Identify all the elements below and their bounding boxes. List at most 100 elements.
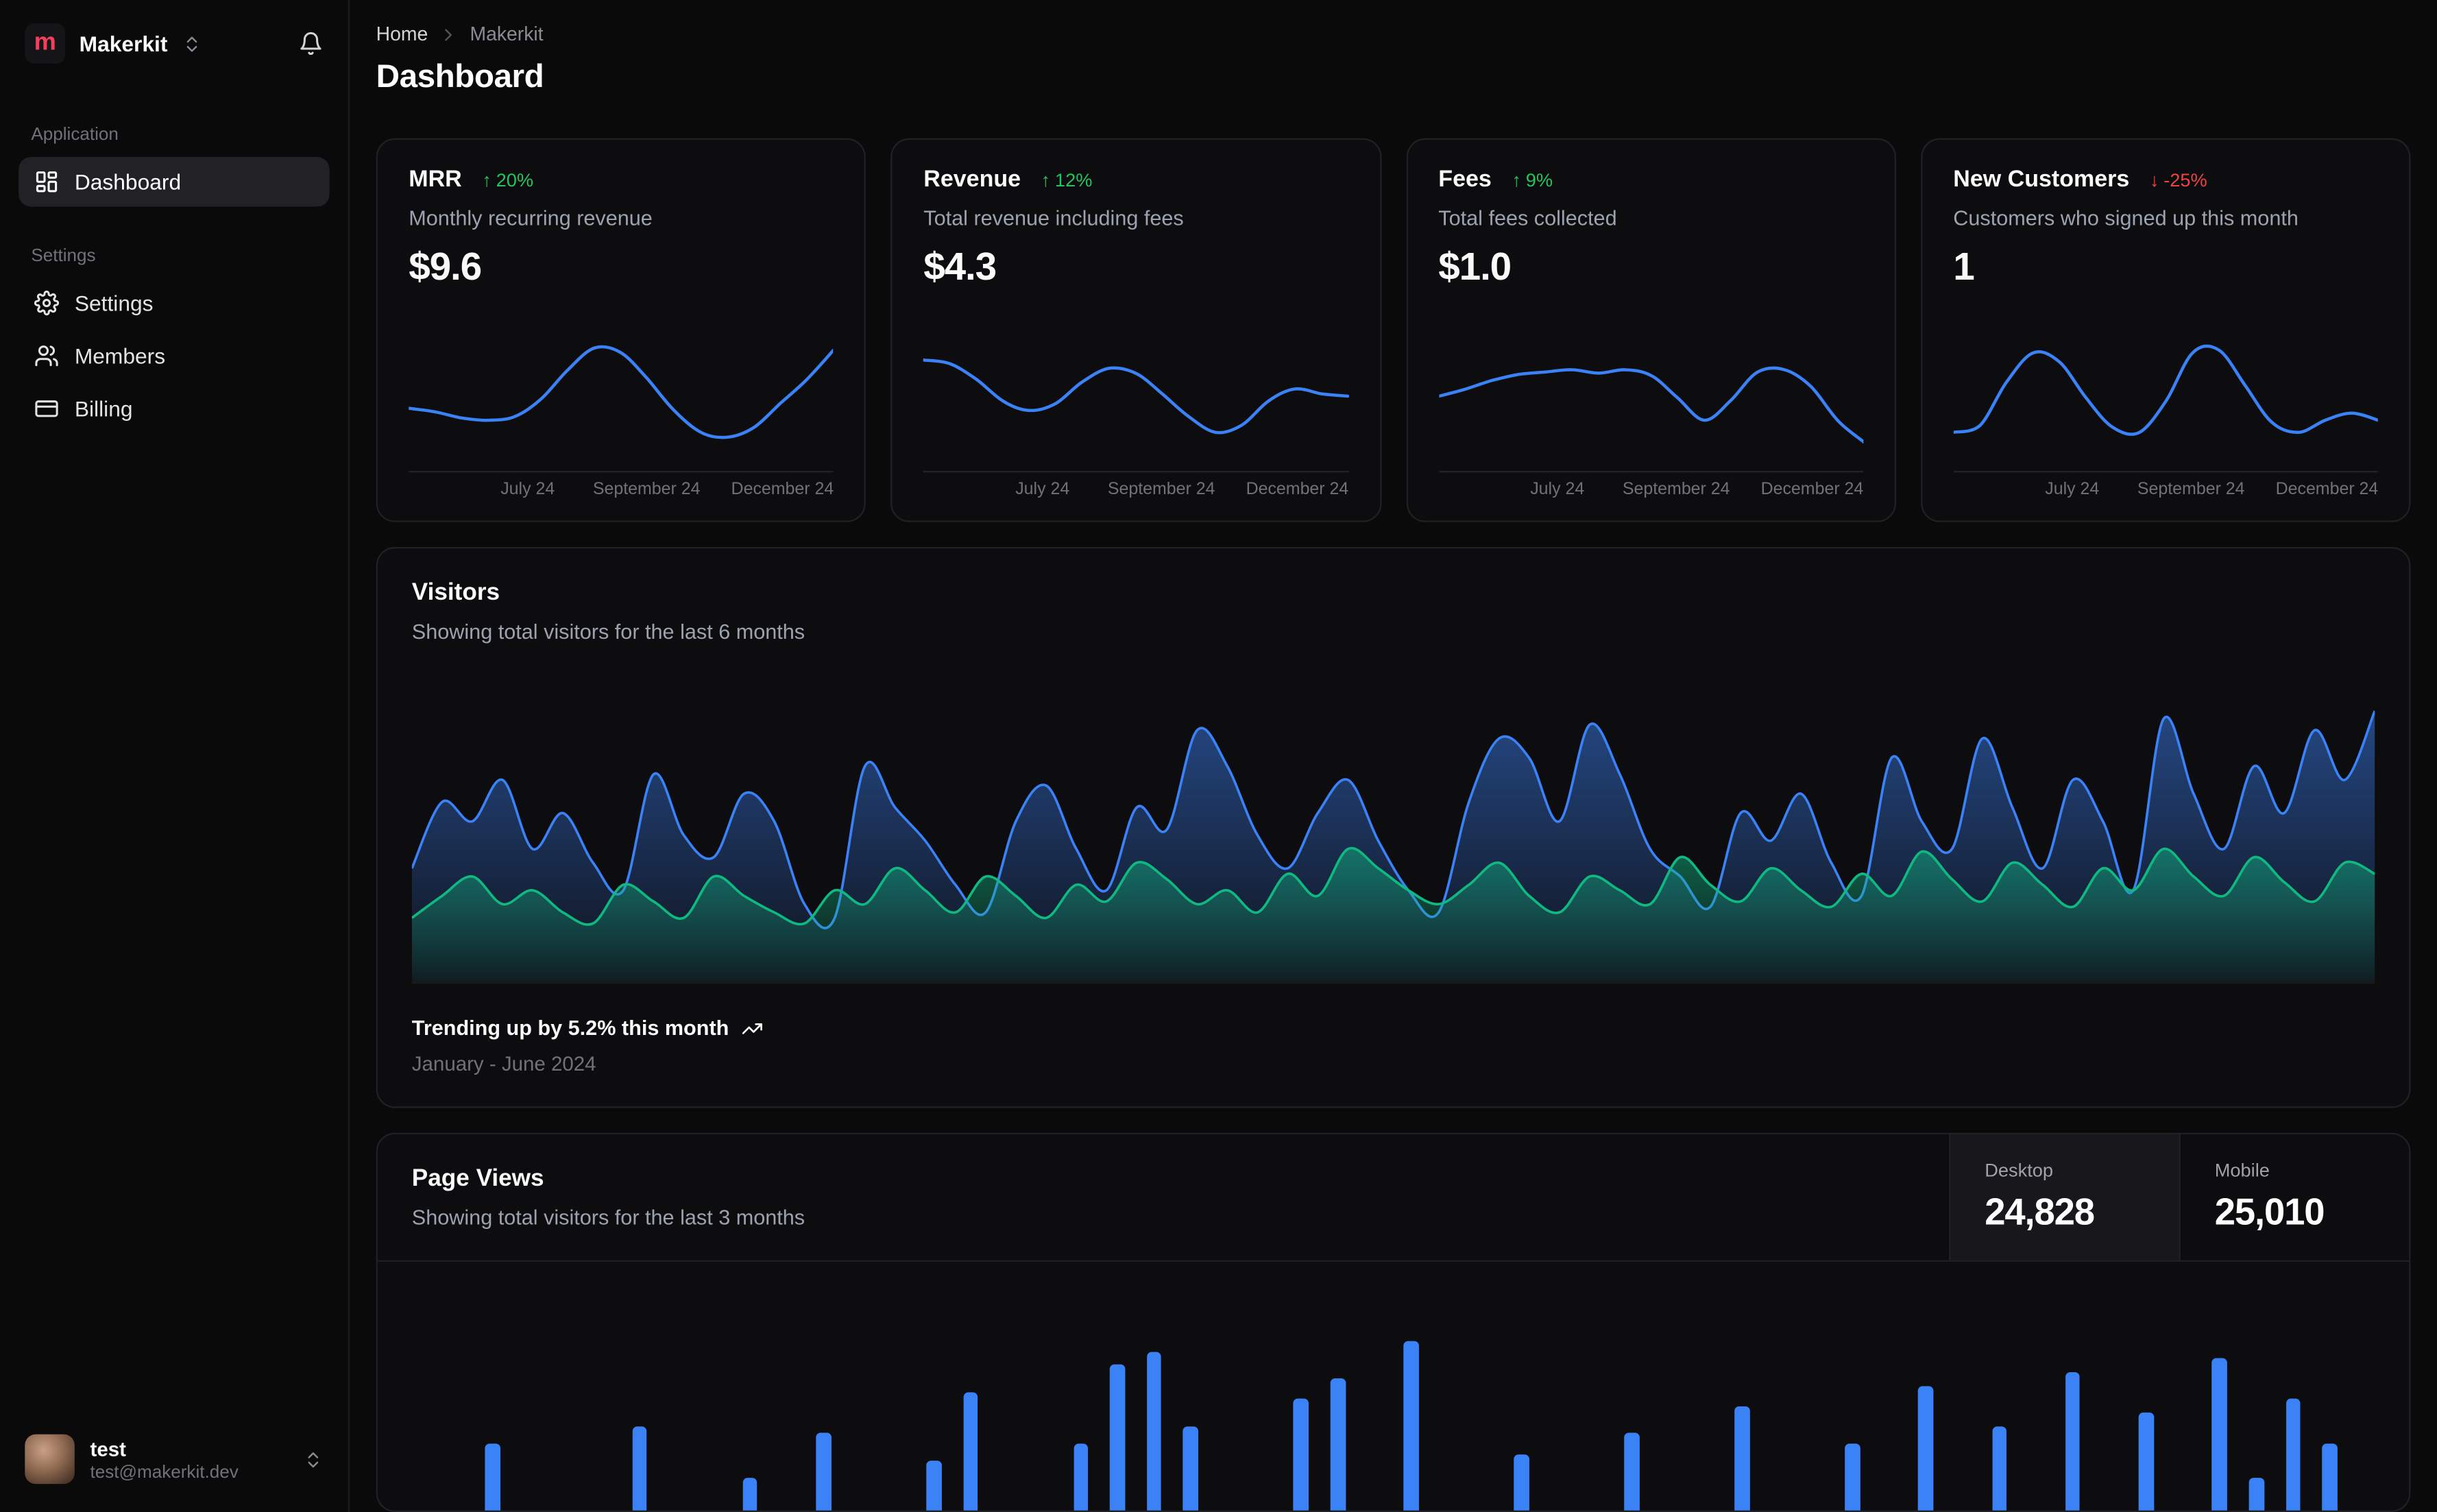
page-views-subtitle: Showing total visitors for the last 3 mo… [411,1206,805,1230]
stat-card-value: $9.6 [409,245,482,289]
trend-up-arrow-icon: ↑ [1512,168,1521,191]
breadcrumb-current[interactable]: Makerkit [470,23,543,45]
visitors-subtitle: Showing total visitors for the last 6 mo… [411,620,805,644]
page-views-bar [1845,1443,1860,1511]
page-views-bar [1734,1406,1750,1511]
page-views-title: Page Views [411,1165,544,1192]
stat-card-title: Revenue [923,166,1021,193]
breadcrumb: Home Makerkit [376,23,2411,45]
desktop-toggle-button[interactable]: Desktop 24,828 [1949,1134,2179,1260]
sidebar-item-label: Settings [74,290,154,316]
notifications-button[interactable] [292,25,329,62]
visitors-date-range: January - June 2024 [411,1051,596,1075]
sparkline-wrap: July 24 September 24 December 24 [409,317,834,502]
page-views-bar [1294,1399,1309,1511]
desktop-value: 24,828 [1985,1191,2095,1234]
sidebar-item-label: Members [74,343,166,369]
trending-up-icon [742,1022,762,1034]
sparkline-wrap: July 24 September 24 December 24 [923,317,1348,502]
visitors-title: Visitors [411,579,500,607]
fees-sparkline-chart [1438,317,1863,468]
page-views-bar [1991,1426,2007,1511]
chevron-right-icon [445,28,452,40]
stat-card-mrr: MRR ↑ 20% Monthly recurring revenue $9.6… [376,138,866,522]
page-views-bar [2065,1371,2081,1511]
mrr-sparkline-chart [409,317,834,468]
page-views-bar [485,1443,500,1511]
page-views-bar [1146,1351,1162,1511]
page-views-bar [1330,1378,1346,1511]
x-axis-label: September 24 [592,480,701,499]
x-axis-label: December 24 [1246,480,1349,499]
stat-card-subtitle: Customers who signed up this month [1953,206,2299,230]
team-name: Makerkit [79,31,168,56]
gear-icon [34,291,60,316]
trend-value: 12% [1054,168,1093,191]
stat-card-fees: Fees ↑ 9% Total fees collected $1.0 July… [1405,138,1896,522]
sidebar-item-dashboard[interactable]: Dashboard [19,156,330,207]
main-content: Home Makerkit Dashboard MRR ↑ 20% Monthl… [350,0,2437,1512]
page-views-bar [962,1392,978,1511]
breadcrumb-home[interactable]: Home [376,23,428,45]
page-views-bar [1514,1454,1529,1511]
stat-card-subtitle: Monthly recurring revenue [409,206,653,230]
stat-card-title: New Customers [1953,166,2130,193]
sparkline-wrap: July 24 September 24 December 24 [1438,317,1863,502]
page-views-bar [742,1478,758,1511]
trend-badge: ↑ 9% [1512,169,1553,191]
user-menu[interactable]: test test@makerkit.dev [19,1425,329,1493]
trend-badge: ↓ -25% [2150,169,2207,191]
sidebar-item-settings[interactable]: Settings [19,278,329,328]
x-axis-label: December 24 [1760,480,1864,499]
visitors-area-chart [411,682,2375,984]
user-meta: test test@makerkit.dev [90,1437,287,1482]
page-views-bar [2212,1358,2227,1511]
chevrons-up-down-icon [308,1451,319,1467]
sidebar-item-members[interactable]: Members [19,331,329,381]
x-axis-label: July 24 [1015,480,1070,499]
page-views-header: Page Views Showing total visitors for th… [377,1134,2410,1262]
mobile-value: 25,010 [2214,1191,2325,1234]
sparkline-x-axis: July 24 September 24 December 24 [1438,470,1864,502]
trend-value: -25% [2163,168,2207,191]
makerkit-logo: m [25,23,66,64]
team-selector[interactable]: m Makerkit [19,20,292,66]
sidebar-item-label: Billing [74,396,133,422]
stat-cards-row: MRR ↑ 20% Monthly recurring revenue $9.6… [376,138,2411,522]
section-label-application: Application [31,125,119,145]
user-name: test [90,1437,126,1461]
page-views-bar [632,1426,648,1511]
page-views-bar [1183,1426,1199,1511]
sparkline-wrap: July 24 September 24 December 24 [1953,317,2378,502]
chevrons-up-down-icon [186,36,197,51]
credit-card-icon [35,400,58,417]
app-root: m Makerkit Application Dashboard Setting… [0,0,2437,1512]
sparkline-x-axis: July 24 September 24 December 24 [409,470,834,502]
sidebar: m Makerkit Application Dashboard Setting… [0,0,350,1512]
page-views-bar-chart [412,1290,2375,1511]
stat-card-value: 1 [1953,245,1975,289]
page-views-bar [1403,1341,1419,1511]
stat-card-subtitle: Total fees collected [1438,206,1617,230]
visitors-trend-text: Trending up by 5.2% this month [411,1016,729,1040]
users-icon [35,345,58,367]
page-views-bar [2138,1413,2154,1511]
page-views-bar [1918,1385,1934,1511]
sidebar-item-billing[interactable]: Billing [19,384,329,434]
page-title: Dashboard [376,59,544,95]
x-axis-label: September 24 [1107,480,1215,499]
x-axis-label: September 24 [1622,480,1730,499]
page-views-bar [2322,1443,2338,1511]
visitors-footer: Trending up by 5.2% this month January -… [412,1016,2375,1075]
sidebar-header: m Makerkit [19,20,329,66]
sparkline-x-axis: July 24 September 24 December 24 [923,470,1349,502]
sidebar-item-label: Dashboard [74,169,182,195]
page-views-bar [2286,1399,2301,1511]
page-views-bar [816,1433,832,1511]
trend-down-arrow-icon: ↓ [2149,168,2159,191]
x-axis-label: December 24 [2275,480,2379,499]
mobile-toggle-button[interactable]: Mobile 25,010 [2179,1134,2410,1260]
stat-card-title: Fees [1438,166,1492,193]
x-axis-label: September 24 [2137,480,2245,499]
trend-up-arrow-icon: ↑ [1041,168,1051,191]
